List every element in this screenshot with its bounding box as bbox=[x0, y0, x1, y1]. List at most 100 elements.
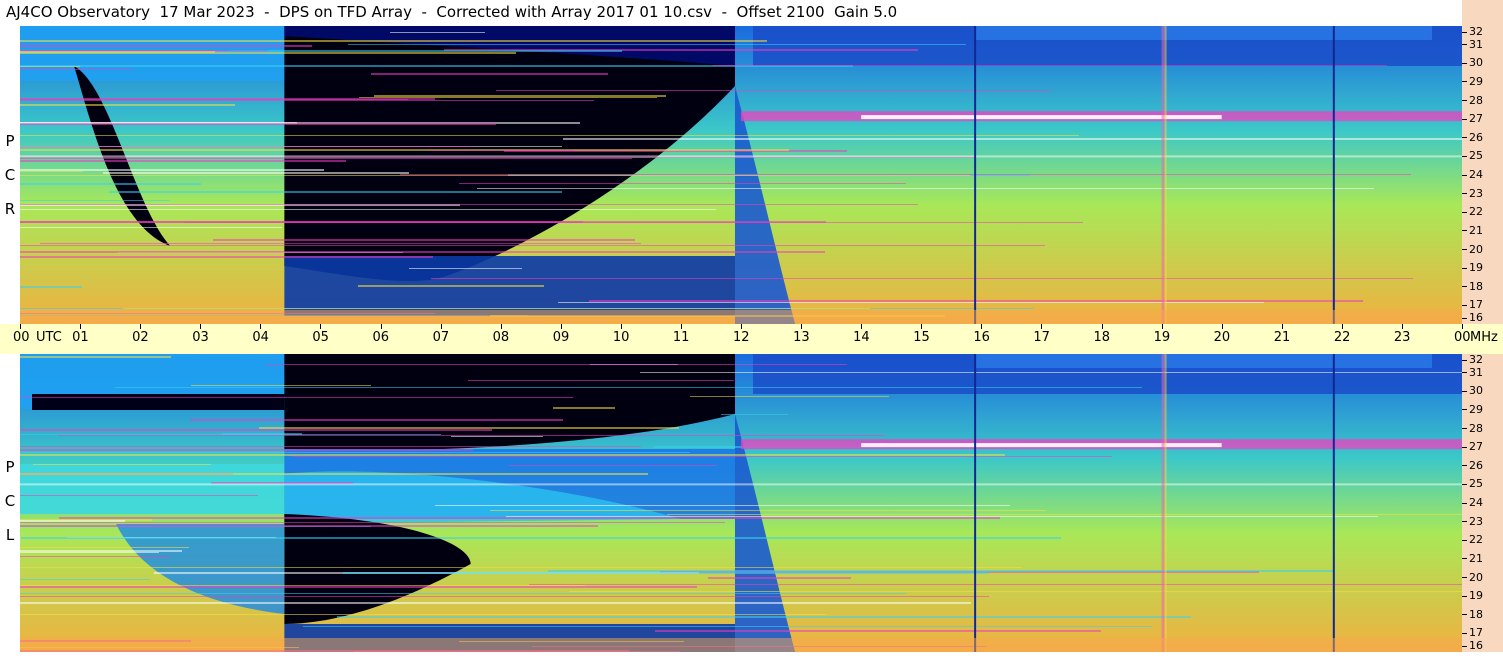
panel-bottom-label-l: L bbox=[5, 526, 15, 544]
time-tick-mark bbox=[380, 324, 382, 329]
time-tick-mark bbox=[1041, 324, 1043, 329]
rfi-streak bbox=[20, 550, 182, 552]
spectrogram-band bbox=[975, 26, 1432, 40]
bottom-strip bbox=[0, 652, 1503, 672]
freq-tick-label: 22 bbox=[1462, 206, 1483, 218]
rfi-streak bbox=[20, 567, 1022, 568]
rfi-streak bbox=[303, 626, 1152, 627]
freq-tick-label: 16 bbox=[1462, 312, 1483, 324]
rfi-streak bbox=[371, 73, 608, 75]
freq-tick-label: 18 bbox=[1462, 608, 1483, 621]
rfi-streak bbox=[109, 191, 562, 193]
rfi-streak bbox=[20, 286, 82, 288]
freq-tick-label: 19 bbox=[1462, 590, 1483, 602]
spectrogram-band bbox=[1164, 354, 1167, 652]
rfi-streak bbox=[103, 172, 409, 174]
rfi-streak bbox=[190, 419, 563, 421]
rfi-streak bbox=[20, 585, 585, 586]
freq-tick-label: 29 bbox=[1462, 403, 1483, 416]
freq-tick-label: 28 bbox=[1462, 422, 1483, 435]
rfi-streak bbox=[20, 452, 690, 453]
vertical-rfi-line bbox=[1161, 26, 1165, 324]
freq-tick-label: 17 bbox=[1462, 299, 1483, 311]
rfi-streak bbox=[468, 380, 734, 381]
rfi-streak bbox=[20, 169, 324, 171]
rfi-streak bbox=[20, 209, 716, 210]
rfi-streak bbox=[20, 160, 346, 162]
time-tick-mark bbox=[620, 324, 622, 329]
freq-tick-label: 32 bbox=[1462, 26, 1483, 38]
rfi-streak bbox=[20, 556, 170, 557]
rfi-streak bbox=[20, 99, 408, 100]
rfi-streak bbox=[20, 52, 516, 54]
spectrogram-band bbox=[861, 115, 1222, 120]
time-tick-label: 03 bbox=[192, 330, 209, 345]
rfi-streak bbox=[20, 547, 189, 548]
freq-tick-label: 21 bbox=[1462, 552, 1483, 565]
freq-tick-label: 30 bbox=[1462, 385, 1483, 397]
rfi-streak bbox=[390, 32, 485, 33]
freq-tick-label: 20 bbox=[1462, 243, 1483, 256]
rfi-streak bbox=[20, 100, 594, 101]
time-tick-mark bbox=[1462, 324, 1463, 329]
rfi-streak bbox=[563, 138, 1462, 140]
time-tick-mark bbox=[500, 324, 502, 329]
time-tick-label: 10 bbox=[612, 330, 630, 345]
time-tick-label: 01 bbox=[72, 330, 89, 345]
rfi-streak bbox=[20, 104, 235, 106]
chart-title: AJ4CO Observatory 17 Mar 2023 - DPS on T… bbox=[6, 3, 898, 21]
time-tick-mark bbox=[200, 324, 202, 329]
time-tick-label: 07 bbox=[432, 330, 450, 345]
rfi-streak bbox=[640, 372, 1462, 373]
panel-top-label-c: C bbox=[4, 166, 16, 184]
rfi-streak bbox=[259, 427, 679, 429]
vertical-gap-line bbox=[1332, 26, 1335, 324]
time-axis: 00 01 02 03 04 05 06 07 08 09 10 11 12 13 14 15 16 17 18 19… bbox=[0, 324, 1503, 354]
freq-tick-label: 27 bbox=[1462, 441, 1483, 453]
rfi-streak bbox=[20, 593, 906, 594]
time-tick-mark bbox=[1341, 324, 1343, 329]
rfi-streak bbox=[20, 525, 598, 527]
time-tick-label: 17 bbox=[1033, 330, 1050, 345]
time-tick-label: 04 bbox=[252, 330, 269, 345]
rfi-streak bbox=[20, 579, 150, 580]
panel-bottom-label-c: C bbox=[4, 492, 16, 510]
freq-tick-label: 18 bbox=[1462, 280, 1483, 293]
freq-tick-label: 21 bbox=[1462, 224, 1483, 237]
rfi-streak bbox=[20, 614, 827, 615]
vertical-gap-line bbox=[974, 354, 977, 652]
time-tick-mark bbox=[140, 324, 142, 329]
rfi-streak bbox=[20, 596, 989, 597]
time-tick-mark bbox=[981, 324, 983, 329]
rfi-streak bbox=[123, 308, 870, 309]
rfi-streak bbox=[429, 150, 574, 151]
freq-tick-label: 25 bbox=[1462, 478, 1483, 490]
time-tick-mark bbox=[861, 324, 863, 329]
rfi-streak bbox=[115, 387, 1142, 388]
time-tick-label: 22 bbox=[1333, 330, 1351, 345]
rfi-streak bbox=[348, 44, 966, 45]
time-tick-mark bbox=[741, 324, 742, 329]
rfi-streak bbox=[20, 397, 573, 398]
rfi-streak bbox=[20, 473, 648, 475]
time-tick-label: 11 bbox=[672, 330, 690, 345]
time-tick-mark bbox=[801, 324, 803, 329]
rfi-streak bbox=[343, 572, 989, 574]
rfi-streak bbox=[477, 188, 1374, 189]
rfi-streak bbox=[20, 256, 433, 258]
rfi-streak bbox=[529, 584, 1462, 585]
time-tick-mark bbox=[1161, 324, 1163, 329]
time-tick-label: 21 bbox=[1273, 330, 1291, 345]
rfi-streak bbox=[20, 40, 767, 42]
freq-tick-label: 28 bbox=[1462, 94, 1483, 107]
time-tick-label: 19 bbox=[1153, 330, 1171, 345]
utc-label: UTC bbox=[36, 330, 62, 345]
panel-bottom-label-p: P bbox=[5, 458, 15, 476]
vertical-rfi-line bbox=[1161, 354, 1165, 652]
rfi-streak bbox=[265, 364, 847, 365]
time-tick-label: 00 bbox=[13, 330, 30, 345]
rfi-streak bbox=[20, 221, 826, 223]
mhz-label: MHz bbox=[1470, 330, 1498, 345]
freq-tick-label: 19 bbox=[1462, 262, 1483, 274]
freq-tick-label: 20 bbox=[1462, 571, 1483, 584]
